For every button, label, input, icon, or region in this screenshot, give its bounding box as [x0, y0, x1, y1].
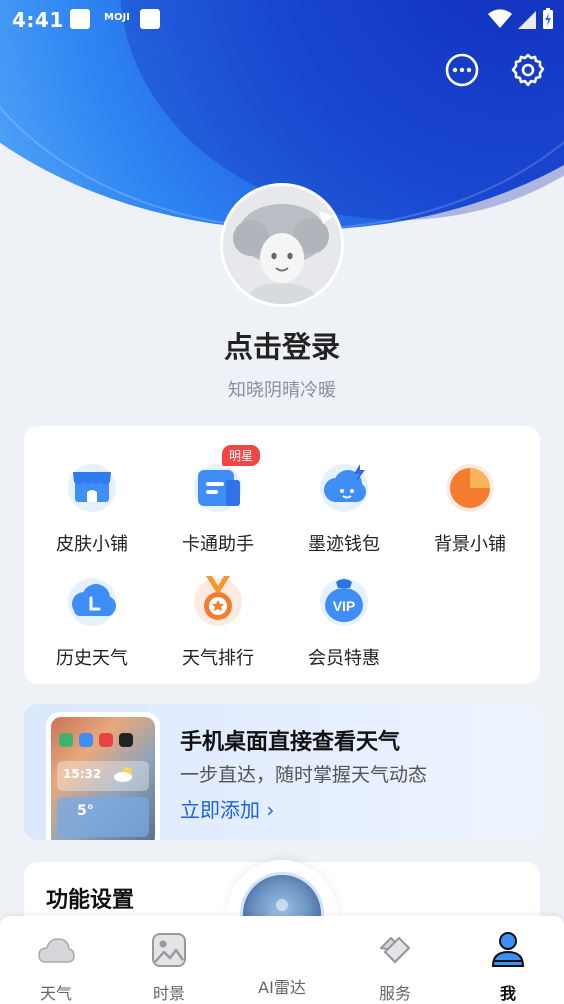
- default-avatar-icon: [223, 186, 341, 304]
- promo-subtitle: 一步直达，随时掌握天气动态: [180, 764, 428, 786]
- grid-item-label: 背景小铺: [434, 534, 506, 555]
- chevron-right-icon: ›: [266, 798, 275, 822]
- services-grid-card: 皮肤小铺 卡通助手 墨迹钱包 背景小铺 历史天气 天气排行 VIP 会员特惠: [24, 426, 540, 684]
- grid-item-label: 历史天气: [56, 648, 128, 669]
- status-time: 4:41: [12, 8, 64, 32]
- grid-item-label: 会员特惠: [308, 648, 380, 669]
- background-shop-icon: [446, 464, 494, 512]
- battery-icon: [543, 8, 553, 29]
- history-weather-icon: [68, 578, 116, 626]
- grid-item-label: 墨迹钱包: [308, 534, 380, 555]
- tab-me[interactable]: 我: [468, 930, 548, 1004]
- cloud-icon: [38, 938, 75, 963]
- grid-item-vip-offers[interactable]: VIP 会员特惠: [281, 572, 407, 670]
- star-badge: 明星: [222, 445, 261, 466]
- settings-gear-icon[interactable]: [510, 52, 546, 88]
- grid-item-cartoon-assistant[interactable]: 卡通助手: [155, 458, 281, 556]
- grid-item-wallet[interactable]: 墨迹钱包: [281, 458, 407, 556]
- profile-subtitle: 知晓阴晴冷暖: [228, 380, 336, 401]
- login-button[interactable]: 点击登录: [0, 324, 564, 366]
- weather-ranking-icon: [194, 576, 242, 626]
- add-widget-label: 立即添加: [180, 798, 260, 822]
- promo-title: 手机桌面直接查看天气: [180, 730, 401, 755]
- phone-preview-temp: 5°: [77, 803, 94, 819]
- status-bar: 4:41 MOJI: [0, 0, 564, 40]
- tab-label: 我: [499, 984, 516, 1003]
- notification-icon: [140, 9, 160, 29]
- cloud-sun-icon: [114, 767, 132, 782]
- grid-item-history-weather[interactable]: 历史天气: [29, 572, 155, 670]
- user-icon: [491, 932, 525, 967]
- feature-settings-title: 功能设置: [46, 888, 135, 913]
- signal-icon: [518, 11, 536, 29]
- tab-weather[interactable]: 天气: [16, 930, 96, 1004]
- picture-icon: [152, 933, 186, 967]
- phone-preview-image: 15:32 5°: [46, 712, 160, 840]
- tab-label: AI雷达: [258, 978, 306, 997]
- vip-icon: VIP: [320, 578, 368, 626]
- phone-preview-time: 15:32: [63, 767, 102, 781]
- moji-notification-icon: MOJI: [104, 12, 130, 23]
- cartoon-assistant-icon: [194, 464, 242, 512]
- handshake-icon: [380, 937, 410, 964]
- tab-services[interactable]: 服务: [355, 930, 435, 1004]
- grid-item-weather-ranking[interactable]: 天气排行: [155, 572, 281, 670]
- notification-icon: [70, 9, 90, 29]
- add-widget-link[interactable]: 立即添加 ›: [180, 794, 274, 823]
- desktop-widget-promo[interactable]: 15:32 5° 手机桌面直接查看天气 一步直达，随时掌握天气动态 立即添加 ›: [24, 704, 540, 840]
- message-icon[interactable]: [444, 52, 480, 88]
- wallet-icon: [320, 464, 368, 512]
- tab-scenes[interactable]: 时景: [129, 930, 209, 1004]
- wifi-icon: [488, 9, 512, 28]
- tab-label: 时景: [152, 984, 185, 1003]
- grid-item-skin-shop[interactable]: 皮肤小铺: [29, 458, 155, 556]
- grid-item-background-shop[interactable]: 背景小铺: [407, 458, 533, 556]
- grid-item-label: 天气排行: [182, 648, 254, 669]
- grid-item-label: 皮肤小铺: [56, 534, 128, 555]
- bottom-tab-bar: 天气 时景 AI雷达 服务 我: [0, 916, 564, 1004]
- tab-label: 天气: [39, 984, 72, 1003]
- shop-icon: [68, 464, 116, 512]
- svg-text:VIP: VIP: [333, 598, 356, 614]
- tab-label: 服务: [378, 984, 411, 1003]
- grid-item-label: 卡通助手: [182, 534, 254, 555]
- avatar[interactable]: [220, 183, 344, 307]
- tab-ai-radar[interactable]: AI雷达: [242, 974, 322, 998]
